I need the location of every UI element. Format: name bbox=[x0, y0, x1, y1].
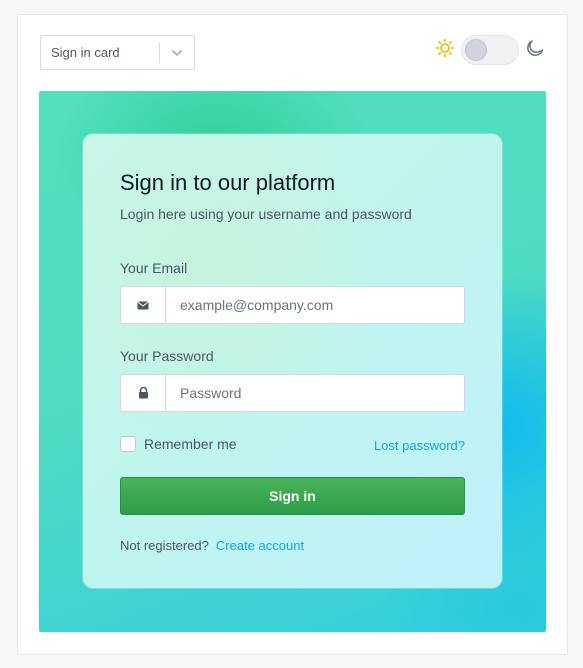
moon-icon bbox=[525, 38, 545, 63]
email-field-group bbox=[120, 286, 465, 324]
remember-me[interactable]: Remember me bbox=[120, 436, 237, 452]
lost-password-link[interactable]: Lost password? bbox=[374, 438, 465, 453]
card-title: Sign in to our platform bbox=[120, 170, 336, 195]
remember-checkbox[interactable] bbox=[120, 436, 136, 452]
variant-select-value: Sign in card bbox=[51, 45, 120, 60]
envelope-icon bbox=[121, 287, 166, 323]
theme-switcher bbox=[435, 35, 545, 65]
register-prompt-row: Not registered? Create account bbox=[120, 538, 304, 553]
variant-select[interactable]: Sign in card bbox=[40, 35, 195, 70]
email-label: Your Email bbox=[120, 260, 188, 276]
toggle-knob[interactable] bbox=[465, 39, 487, 61]
card-subtitle: Login here using your username and passw… bbox=[120, 206, 412, 222]
remember-label[interactable]: Remember me bbox=[144, 436, 237, 452]
password-label: Your Password bbox=[120, 348, 214, 364]
register-prompt: Not registered? bbox=[120, 538, 209, 553]
create-account-link[interactable]: Create account bbox=[216, 538, 304, 553]
chevron-down-icon[interactable] bbox=[160, 49, 194, 57]
sign-in-card: Sign in to our platform Login here using… bbox=[83, 134, 502, 588]
password-field-group bbox=[120, 374, 465, 412]
theme-toggle[interactable] bbox=[461, 35, 519, 65]
sun-icon bbox=[435, 38, 455, 63]
gradient-background: Sign in to our platform Login here using… bbox=[39, 91, 546, 632]
sign-in-button[interactable]: Sign in bbox=[120, 477, 465, 515]
email-input[interactable] bbox=[166, 287, 464, 323]
lock-icon bbox=[121, 375, 166, 411]
preview-panel: Sign in card Sign in to our platform Log… bbox=[17, 14, 568, 655]
password-input[interactable] bbox=[166, 375, 464, 411]
